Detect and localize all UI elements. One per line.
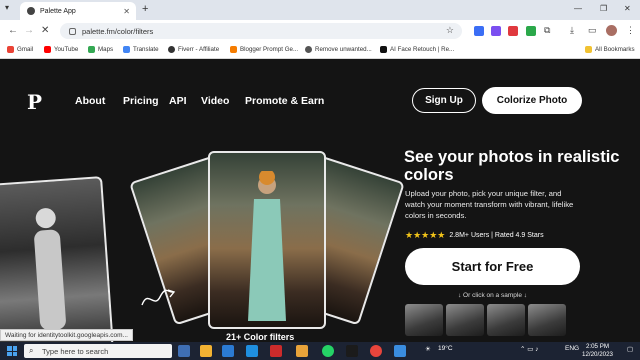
back-icon[interactable]: ← bbox=[8, 25, 18, 36]
nav-video[interactable]: Video bbox=[201, 95, 229, 107]
bookmark-gmail[interactable]: Gmail bbox=[7, 46, 33, 53]
bookmark-fiverr[interactable]: Fiverr - Affiliate bbox=[168, 46, 219, 53]
sample-photo-bw bbox=[0, 176, 114, 342]
tab-search-icon[interactable]: ▾ bbox=[5, 3, 9, 12]
blogger-icon bbox=[230, 46, 237, 53]
rating-text: 2.8M+ Users | Rated 4.9 Stars bbox=[449, 232, 544, 239]
start-for-free-button[interactable]: Start for Free bbox=[405, 248, 580, 285]
maximize-icon[interactable]: ❐ bbox=[600, 4, 607, 13]
clock-time: 2:05 PM bbox=[585, 343, 609, 350]
bookmark-youtube[interactable]: YouTube bbox=[44, 46, 78, 53]
weather-icon[interactable]: ☀ bbox=[425, 345, 431, 353]
hero-subtitle: Upload your photo, pick your unique filt… bbox=[405, 189, 574, 220]
taskbar-search[interactable]: ⌕ Type here to search bbox=[24, 344, 172, 358]
url-text: palette.fm/color/filters bbox=[82, 26, 154, 36]
bookmark-maps[interactable]: Maps bbox=[88, 46, 113, 53]
sample-thumbnail[interactable] bbox=[487, 304, 525, 336]
tab-title: Palette App bbox=[40, 7, 76, 15]
filters-caption: 21+ Color filters bbox=[226, 332, 295, 342]
stars-icon: ★★★★★ bbox=[405, 230, 446, 240]
chrome-icon[interactable] bbox=[370, 345, 382, 357]
portrait-figure-icon bbox=[248, 171, 286, 321]
sample-thumbnail[interactable] bbox=[446, 304, 484, 336]
clock-date: 12/20/2023 bbox=[582, 351, 613, 358]
system-clock[interactable]: 2:05 PM 12/20/2023 bbox=[582, 343, 613, 359]
hero-title: See your photos in realistic colors bbox=[404, 148, 620, 184]
gmail-icon bbox=[7, 46, 14, 53]
colorize-photo-button[interactable]: Colorize Photo bbox=[482, 87, 582, 114]
close-tab-icon[interactable]: ✕ bbox=[123, 7, 130, 16]
extension-icon[interactable] bbox=[508, 26, 518, 36]
forward-icon[interactable]: → bbox=[24, 25, 34, 36]
site-info-icon[interactable] bbox=[69, 27, 76, 35]
curved-arrow-icon bbox=[141, 289, 176, 306]
tab-palette-app[interactable]: Palette App ✕ bbox=[20, 2, 136, 20]
globe-icon bbox=[305, 46, 312, 53]
extension-icon[interactable] bbox=[491, 26, 501, 36]
language-indicator[interactable]: ENG bbox=[565, 345, 579, 352]
extensions-puzzle-icon[interactable]: ⧉ bbox=[544, 25, 550, 36]
loading-status: Waiting for identitytoolkit.googleapis.c… bbox=[0, 329, 133, 341]
ai-icon bbox=[380, 46, 387, 53]
translate-icon bbox=[123, 46, 130, 53]
folder-icon bbox=[585, 46, 592, 53]
bookmark-translate[interactable]: Translate bbox=[123, 46, 159, 53]
signup-button[interactable]: Sign Up bbox=[412, 88, 476, 113]
minimize-icon[interactable]: — bbox=[574, 4, 582, 13]
app-icon[interactable] bbox=[270, 345, 282, 357]
windows-start-icon[interactable] bbox=[7, 346, 17, 356]
rating-row: ★★★★★ 2.8M+ Users | Rated 4.9 Stars bbox=[405, 230, 544, 241]
mail-icon[interactable] bbox=[222, 345, 234, 357]
maps-icon bbox=[88, 46, 95, 53]
bookmark-star-icon[interactable]: ☆ bbox=[446, 25, 454, 36]
favicon-icon bbox=[27, 7, 35, 15]
edge-icon[interactable] bbox=[246, 345, 258, 357]
sample-prompt: ↓ Or click on a sample ↓ bbox=[458, 292, 527, 299]
search-placeholder: Type here to search bbox=[42, 346, 109, 356]
nav-pricing[interactable]: Pricing bbox=[123, 95, 159, 107]
bookmark-remove[interactable]: Remove unwanted... bbox=[305, 46, 372, 53]
tray-icons[interactable]: ⌃ ▭ ♪ bbox=[520, 345, 538, 353]
app-icon[interactable] bbox=[296, 345, 308, 357]
windows-taskbar: ⌕ Type here to search ☀ 19°C ⌃ ▭ ♪ ENG 2… bbox=[0, 342, 640, 360]
app-icon[interactable] bbox=[346, 345, 358, 357]
nav-about[interactable]: About bbox=[75, 95, 105, 107]
notification-icon[interactable]: ▢ bbox=[627, 345, 633, 353]
sample-photo-center bbox=[208, 151, 326, 329]
weather-temp[interactable]: 19°C bbox=[438, 345, 453, 352]
nav-api[interactable]: API bbox=[169, 95, 187, 107]
sample-thumbnail[interactable] bbox=[405, 304, 443, 336]
profile-avatar[interactable] bbox=[606, 25, 617, 36]
close-window-icon[interactable]: ✕ bbox=[624, 4, 631, 13]
file-explorer-icon[interactable] bbox=[200, 345, 212, 357]
extension-icon[interactable] bbox=[526, 26, 536, 36]
nav-promote[interactable]: Promote & Earn bbox=[245, 95, 324, 107]
browser-toolbar: ← → ✕ palette.fm/color/filters ☆ ⧉ ⤓ ▭ ⋮ bbox=[0, 20, 640, 42]
new-tab-icon[interactable]: + bbox=[142, 3, 148, 15]
bookmark-blogger[interactable]: Blogger Prompt Ge... bbox=[230, 46, 298, 53]
extension-icon[interactable] bbox=[474, 26, 484, 36]
search-icon: ⌕ bbox=[29, 346, 34, 355]
tab-strip: ▾ Palette App ✕ + — ❐ ✕ bbox=[0, 0, 640, 20]
palette-logo[interactable]: P bbox=[27, 90, 42, 114]
fiverr-icon bbox=[168, 46, 175, 53]
page-content: P About Pricing API Video Promote & Earn… bbox=[0, 60, 640, 342]
portrait-figure-icon bbox=[34, 208, 66, 331]
bookmarks-bar: Gmail YouTube Maps Translate Fiverr - Af… bbox=[0, 42, 640, 59]
address-bar[interactable]: palette.fm/color/filters ☆ bbox=[60, 23, 462, 39]
youtube-icon bbox=[44, 46, 51, 53]
menu-icon[interactable]: ⋮ bbox=[626, 25, 635, 36]
whatsapp-icon[interactable] bbox=[322, 345, 334, 357]
download-icon[interactable]: ⤓ bbox=[570, 25, 574, 36]
sample-thumbnail[interactable] bbox=[528, 304, 566, 336]
sidepanel-icon[interactable]: ▭ bbox=[588, 25, 597, 36]
all-bookmarks[interactable]: All Bookmarks bbox=[585, 46, 635, 53]
stop-icon[interactable]: ✕ bbox=[41, 25, 49, 36]
bookmark-face-retouch[interactable]: AI Face Retouch | Re... bbox=[380, 46, 454, 53]
app-icon[interactable] bbox=[394, 345, 406, 357]
taskview-icon[interactable] bbox=[178, 345, 190, 357]
